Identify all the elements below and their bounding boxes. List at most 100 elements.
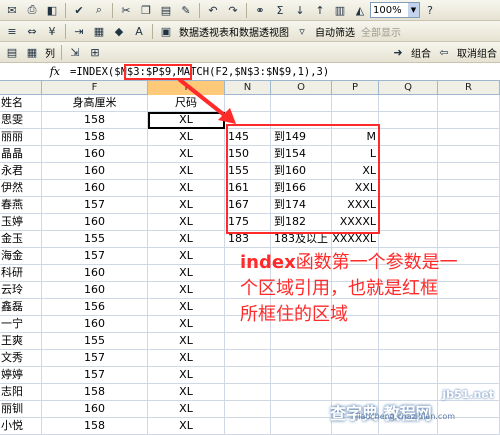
chart-wizard-icon[interactable]: ▥ [331, 2, 349, 19]
cell-r[interactable] [438, 350, 500, 367]
cell-r[interactable] [438, 214, 500, 231]
border-icon[interactable]: ▦ [90, 23, 108, 40]
group-arrow-icon[interactable]: ➜ [389, 44, 407, 61]
cell-height[interactable]: 160 [42, 146, 148, 163]
cell-size[interactable]: XL [148, 384, 225, 401]
cell-r[interactable] [438, 163, 500, 180]
cell-name[interactable]: 海金 [0, 248, 42, 265]
cell-r[interactable] [438, 146, 500, 163]
cell-size[interactable]: XL [148, 316, 225, 333]
align-left-icon[interactable]: ≡ [3, 23, 21, 40]
permission-icon[interactable]: ✉ [3, 2, 21, 19]
cell-name[interactable]: 婷婷 [0, 367, 42, 384]
column-header-blank[interactable] [0, 81, 42, 95]
preview-icon[interactable]: ◧ [43, 2, 61, 19]
column-button[interactable]: 列 [45, 45, 55, 60]
cell-name[interactable]: 伊然 [0, 180, 42, 197]
hyperlink-icon[interactable]: ⚭ [251, 2, 269, 19]
cell-r[interactable] [438, 95, 500, 112]
cell-name[interactable]: 志阳 [0, 384, 42, 401]
help-icon[interactable]: ? [421, 2, 439, 19]
drawing-icon[interactable]: ◭ [351, 2, 369, 19]
cell-name[interactable]: 玉婷 [0, 214, 42, 231]
print-icon[interactable]: ⎙ [23, 2, 41, 19]
sort-ascending-icon[interactable]: ↓ [291, 2, 309, 19]
cell-r[interactable] [438, 197, 500, 214]
column-header-q[interactable]: Q [379, 81, 438, 95]
column-header-f[interactable]: F [42, 81, 148, 95]
cell-height[interactable]: 160 [42, 265, 148, 282]
cell-q[interactable] [379, 112, 438, 129]
cell-height[interactable]: 160 [42, 214, 148, 231]
cell-o[interactable] [271, 384, 332, 401]
cell-height[interactable]: 160 [42, 401, 148, 418]
cell-n[interactable] [225, 350, 271, 367]
pivot-table-menu[interactable]: 数据透视表和数据透视图 [179, 24, 289, 39]
cell-q[interactable] [379, 180, 438, 197]
cell-height[interactable]: 157 [42, 367, 148, 384]
cell-name[interactable]: 金玉 [0, 231, 42, 248]
cell-p[interactable] [332, 384, 379, 401]
spelling-icon[interactable]: ✔ [70, 2, 88, 19]
cell-o[interactable] [271, 401, 332, 418]
cell-size[interactable]: XL [148, 265, 225, 282]
filter-icon[interactable]: ▿ [293, 23, 311, 40]
cell-r[interactable] [438, 180, 500, 197]
cell-r[interactable] [438, 333, 500, 350]
cell-o[interactable] [271, 367, 332, 384]
cell-size[interactable]: XL [148, 248, 225, 265]
cell-p[interactable] [332, 95, 379, 112]
cell-height[interactable]: 身高厘米 [42, 95, 148, 112]
cell-height[interactable]: 160 [42, 282, 148, 299]
cell-size[interactable]: XL [148, 401, 225, 418]
chevron-down-icon[interactable]: ▼ [408, 3, 419, 17]
cell-o[interactable] [271, 333, 332, 350]
cell-size[interactable]: XL [148, 146, 225, 163]
pivot-table-icon[interactable]: ▣ [157, 23, 175, 40]
outline-icon[interactable]: ⇲ [66, 44, 84, 61]
cell-name[interactable]: 思雯 [0, 112, 42, 129]
cell-r[interactable] [438, 231, 500, 248]
cell-q[interactable] [379, 129, 438, 146]
indent-icon[interactable]: ⇥ [70, 23, 88, 40]
merge-icon[interactable]: ⇔ [23, 23, 41, 40]
cell-q[interactable] [379, 333, 438, 350]
cell-name[interactable]: 云玲 [0, 282, 42, 299]
cell-name[interactable]: 晶晶 [0, 146, 42, 163]
autofilter-button[interactable]: 自动筛选 [315, 24, 355, 39]
cell-height[interactable]: 155 [42, 231, 148, 248]
format-painter-icon[interactable]: ✎ [177, 2, 195, 19]
cell-name[interactable]: 一宁 [0, 316, 42, 333]
cell-height[interactable]: 157 [42, 350, 148, 367]
cell-q[interactable] [379, 367, 438, 384]
cell-name[interactable]: 丽丽 [0, 129, 42, 146]
cell-size[interactable]: XL [148, 299, 225, 316]
cell-height[interactable]: 158 [42, 112, 148, 129]
font-color-icon[interactable]: A [130, 23, 148, 40]
group-icon[interactable]: ⊞ [86, 44, 104, 61]
cell-size[interactable]: XL [148, 214, 225, 231]
column-header-r[interactable]: R [438, 81, 500, 95]
cell-p[interactable] [332, 350, 379, 367]
cell-p[interactable] [332, 333, 379, 350]
cell-size[interactable]: XL [148, 180, 225, 197]
cell-size[interactable]: XL [148, 282, 225, 299]
cell-size[interactable]: XL [148, 350, 225, 367]
cell-name[interactable]: 丽钏 [0, 401, 42, 418]
zoom-select[interactable]: 100% ▼ [370, 2, 420, 18]
cell-name[interactable]: 科研 [0, 265, 42, 282]
cell-height[interactable]: 157 [42, 197, 148, 214]
cell-q[interactable] [379, 214, 438, 231]
sort-descending-icon[interactable]: ↑ [311, 2, 329, 19]
workbook-icon[interactable]: ▤ [3, 44, 21, 61]
show-all-button[interactable]: 全部显示 [361, 24, 401, 39]
cell-n[interactable] [225, 333, 271, 350]
cell-n[interactable] [225, 367, 271, 384]
autosum-icon[interactable]: Σ [271, 2, 289, 19]
column-header-o[interactable]: O [271, 81, 332, 95]
cell-name[interactable]: 永君 [0, 163, 42, 180]
cell-name[interactable]: 春燕 [0, 197, 42, 214]
cell-q[interactable] [379, 146, 438, 163]
redo-icon[interactable]: ↷ [224, 2, 242, 19]
fx-label[interactable]: fx [0, 65, 70, 78]
